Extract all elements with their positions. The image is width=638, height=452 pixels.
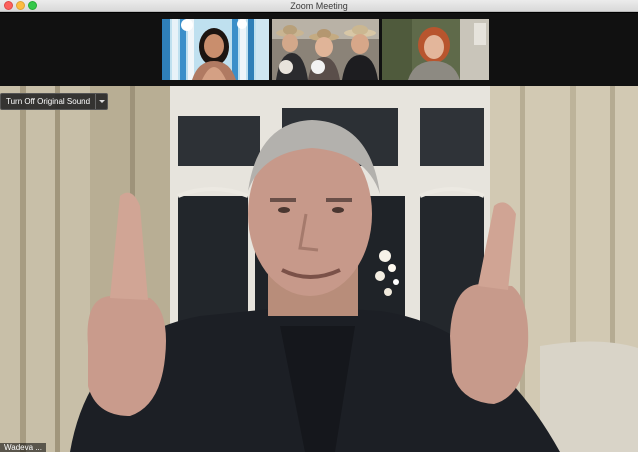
participant-video-2 <box>272 19 379 80</box>
participant-thumbnail-2[interactable] <box>272 19 379 80</box>
original-sound-dropdown[interactable] <box>95 94 107 109</box>
participant-thumbnail-1[interactable] <box>162 19 269 80</box>
turn-off-original-sound-button[interactable]: Turn Off Original Sound <box>1 94 95 109</box>
window-titlebar[interactable]: Zoom Meeting <box>0 0 638 12</box>
participant-gallery-strip <box>0 13 638 86</box>
original-sound-control[interactable]: Turn Off Original Sound <box>0 93 109 110</box>
participant-video-1 <box>162 19 269 80</box>
participant-thumbnail-3[interactable] <box>382 19 489 80</box>
speaker-video-frame <box>0 86 638 452</box>
chevron-down-icon <box>98 100 105 103</box>
active-speaker-video[interactable]: Wadeva ... <box>0 86 638 452</box>
participant-video-3 <box>382 19 489 80</box>
speaker-name-label: Wadeva ... <box>0 443 46 452</box>
window-title: Zoom Meeting <box>290 1 348 11</box>
